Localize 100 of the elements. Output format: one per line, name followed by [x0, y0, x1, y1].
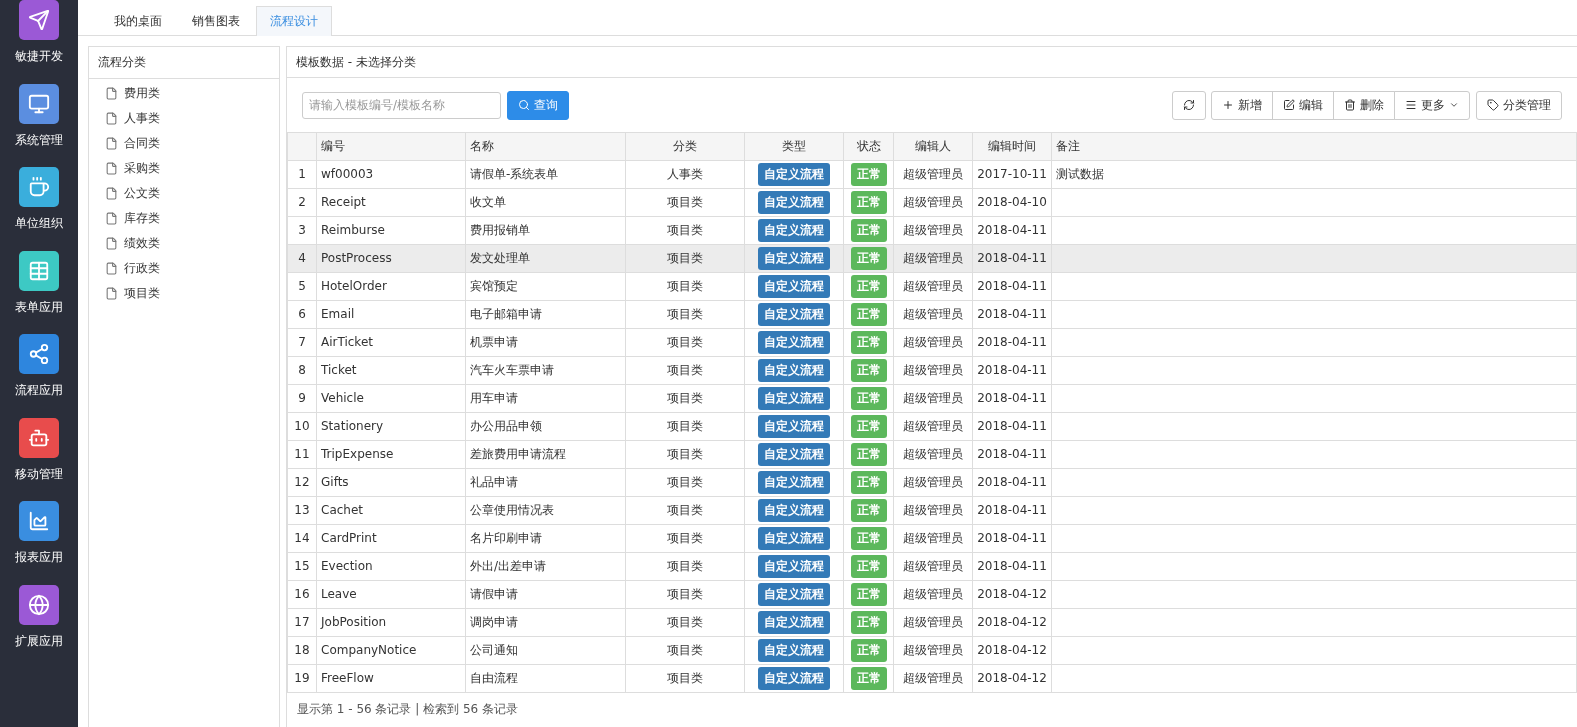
paper-plane-icon[interactable] — [19, 0, 59, 40]
table-cell: 2018-04-11 — [972, 552, 1052, 581]
table-row[interactable]: 11 TripExpense 差旅费用申请流程 项目类 自定义流程 正常 超级管理员 2018-04-11 — [287, 440, 1577, 469]
status-badge: 正常 — [850, 638, 887, 662]
table-cell: 项目类 — [625, 216, 745, 245]
table-cell: 超级管理员 — [893, 244, 973, 273]
delete-button[interactable]: 删除 — [1333, 90, 1395, 120]
category-item[interactable]: 项目类 — [124, 285, 160, 302]
column-header[interactable]: 编辑时间 — [972, 132, 1052, 161]
category-item[interactable]: 费用类 — [124, 85, 160, 102]
row-number: 19 — [287, 664, 317, 693]
table-cell: 项目类 — [625, 468, 745, 497]
sidebar-label[interactable]: 敏捷开发 — [15, 48, 63, 65]
table-row[interactable]: 5 HotelOrder 宾馆预定 项目类 自定义流程 正常 超级管理员 2018-04-11 — [287, 272, 1577, 301]
table-row[interactable]: 4 PostProcess 发文处理单 项目类 自定义流程 正常 超级管理员 2018-04-11 — [287, 244, 1577, 273]
more-button[interactable]: 更多 — [1394, 90, 1470, 120]
category-item[interactable]: 公文类 — [124, 185, 160, 202]
table-row[interactable]: 10 Stationery 办公用品申领 项目类 自定义流程 正常 超级管理员 2018-04-11 — [287, 412, 1577, 441]
category-item[interactable]: 采购类 — [124, 160, 160, 177]
table-cell: 超级管理员 — [893, 188, 973, 217]
table-cell: 超级管理员 — [893, 524, 973, 553]
table-row[interactable]: 18 CompanyNotice 公司通知 项目类 自定义流程 正常 超级管理员 2018-04-12 — [287, 636, 1577, 665]
globe-icon[interactable] — [19, 584, 59, 625]
table-row[interactable]: 17 JobPosition 调岗申请 项目类 自定义流程 正常 超级管理员 2018-04-12 — [287, 608, 1577, 637]
cup-icon[interactable] — [19, 167, 59, 207]
column-header[interactable]: 编号 — [316, 132, 466, 161]
table-cell: 项目类 — [625, 188, 745, 217]
table-cell: 超级管理员 — [893, 328, 973, 357]
robot-icon[interactable] — [19, 417, 59, 458]
panel-title: 模板数据 - 未选择分类 — [287, 47, 1577, 79]
table-cell: 2018-04-11 — [972, 216, 1052, 245]
add-button[interactable]: 新增 — [1211, 90, 1273, 120]
status-badge: 正常 — [850, 470, 887, 494]
table-row[interactable]: 1 wf00003 请假单-系统表单 人事类 自定义流程 正常 超级管理员 2017-10-11 测试数据 — [287, 160, 1577, 189]
column-header[interactable]: 类型 — [744, 132, 844, 161]
table-row[interactable]: 9 Vehicle 用车申请 项目类 自定义流程 正常 超级管理员 2018-04-11 — [287, 384, 1577, 413]
table-cell: 2018-04-10 — [972, 188, 1052, 217]
sidebar-label[interactable]: 系统管理 — [15, 131, 63, 149]
table-cell: 2018-04-12 — [972, 608, 1052, 637]
table-cell: 超级管理员 — [893, 496, 973, 525]
table-cell: 公章使用情况表 — [465, 496, 626, 525]
column-header[interactable]: 备注 — [1051, 132, 1577, 161]
table-row[interactable]: 19 FreeFlow 自由流程 项目类 自定义流程 正常 超级管理员 2018-04-12 — [287, 664, 1577, 693]
row-number: 7 — [287, 328, 317, 357]
file-icon — [105, 262, 118, 275]
table-row[interactable]: 14 CardPrint 名片印刷申请 项目类 自定义流程 正常 超级管理员 2018-04-11 — [287, 524, 1577, 553]
status-badge: 正常 — [850, 302, 887, 326]
table-cell: 自由流程 — [465, 664, 626, 693]
search-field[interactable]: 请输入模板编号/模板名称 — [302, 91, 501, 119]
tab[interactable]: 我的桌面 — [100, 6, 176, 36]
table-row[interactable]: 13 Cachet 公章使用情况表 项目类 自定义流程 正常 超级管理员 2018-04-11 — [287, 496, 1577, 525]
type-badge: 自定义流程 — [758, 442, 830, 466]
sidebar-label[interactable]: 表单应用 — [15, 298, 63, 316]
refresh-button[interactable] — [1172, 90, 1206, 120]
row-number: 17 — [287, 608, 317, 637]
table-cell: 超级管理员 — [893, 300, 973, 329]
status-badge: 正常 — [850, 526, 887, 550]
tab[interactable]: 销售图表 — [178, 6, 254, 36]
table-cell: 2018-04-11 — [972, 524, 1052, 553]
category-item[interactable]: 合同类 — [124, 135, 160, 152]
sidebar-label[interactable]: 报表应用 — [15, 549, 63, 566]
table-row[interactable]: 2 Receipt 收文单 项目类 自定义流程 正常 超级管理员 2018-04-10 — [287, 188, 1577, 217]
table-row[interactable]: 6 Email 电子邮箱申请 项目类 自定义流程 正常 超级管理员 2018-04-11 — [287, 300, 1577, 329]
row-number: 11 — [287, 440, 317, 469]
sidebar-label[interactable]: 移动管理 — [15, 465, 63, 483]
table-cell: 项目类 — [625, 636, 745, 665]
table-cell: 办公用品申领 — [465, 412, 626, 441]
category-item[interactable]: 行政类 — [124, 260, 160, 277]
table-cell: 电子邮箱申请 — [465, 300, 626, 329]
refresh-icon — [1183, 99, 1195, 112]
table-cell: 机票申请 — [465, 328, 626, 357]
tag-button[interactable]: 分类管理 — [1476, 90, 1562, 120]
column-header[interactable]: 编辑人 — [893, 132, 973, 161]
column-header[interactable]: 分类 — [625, 132, 745, 161]
sidebar-label[interactable]: 流程应用 — [15, 382, 63, 399]
column-header[interactable]: 名称 — [465, 132, 626, 161]
table-row[interactable]: 16 Leave 请假申请 项目类 自定义流程 正常 超级管理员 2018-04-12 — [287, 580, 1577, 609]
table-row[interactable]: 3 Reimburse 费用报销单 项目类 自定义流程 正常 超级管理员 2018-04-11 — [287, 216, 1577, 245]
edit-button[interactable]: 编辑 — [1272, 90, 1334, 120]
table-row[interactable]: 12 Gifts 礼品申请 项目类 自定义流程 正常 超级管理员 2018-04-11 — [287, 468, 1577, 497]
area-chart-icon[interactable] — [19, 501, 59, 541]
type-badge: 自定义流程 — [758, 554, 830, 578]
table-row[interactable]: 15 Evection 外出/出差申请 项目类 自定义流程 正常 超级管理员 2018-04-11 — [287, 552, 1577, 581]
status-badge: 正常 — [850, 442, 887, 466]
type-badge: 自定义流程 — [758, 610, 830, 634]
type-badge: 自定义流程 — [758, 414, 830, 438]
table-cell: 2018-04-11 — [972, 244, 1052, 273]
share-icon[interactable] — [19, 334, 59, 374]
table-icon[interactable] — [19, 250, 59, 291]
table-row[interactable]: 7 AirTicket 机票申请 项目类 自定义流程 正常 超级管理员 2018-04-11 — [287, 328, 1577, 357]
type-badge: 自定义流程 — [758, 218, 830, 242]
category-item[interactable]: 绩效类 — [124, 235, 160, 252]
category-item[interactable]: 库存类 — [124, 210, 160, 227]
table-row[interactable]: 8 Ticket 汽车火车票申请 项目类 自定义流程 正常 超级管理员 2018-04-11 — [287, 356, 1577, 385]
sidebar-label[interactable]: 单位组织 — [15, 215, 63, 232]
column-header[interactable]: 状态 — [843, 132, 894, 161]
category-item[interactable]: 人事类 — [124, 110, 160, 127]
sidebar-label[interactable]: 扩展应用 — [15, 632, 63, 650]
monitor-icon[interactable] — [19, 83, 59, 124]
table-cell: 公司通知 — [465, 636, 626, 665]
